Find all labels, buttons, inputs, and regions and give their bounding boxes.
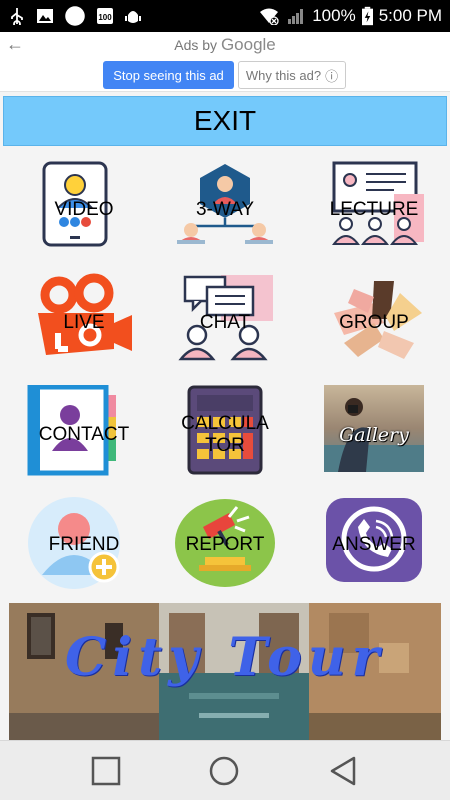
tile-live[interactable]: LIVE [24, 273, 144, 373]
usb-icon [11, 8, 23, 25]
tile-calculator[interactable]: CALCULA TOR [165, 385, 285, 485]
tile-label: CHAT [199, 312, 251, 333]
tile-chat[interactable]: CHAT [165, 273, 285, 373]
ads-by-text: Ads by [174, 37, 218, 53]
tile-label: Gallery [339, 424, 409, 446]
tile-label: GROUP [339, 312, 409, 333]
back-icon[interactable] [328, 755, 360, 787]
tile-report[interactable]: REPORT [165, 495, 285, 595]
tile-group[interactable]: GROUP [314, 273, 434, 373]
google-brand: Google [220, 35, 276, 54]
status-bar: 100 100% 5:00 PM [0, 0, 450, 32]
tile-answer[interactable]: ANSWER [314, 495, 434, 595]
city-tour-banner[interactable]: City Tour [9, 603, 441, 740]
tile-label: CALCULA TOR [181, 413, 269, 456]
tile-label: CONTACT [38, 424, 130, 445]
tile-video[interactable]: VIDEO [24, 160, 144, 260]
why-this-ad-label: Why this ad? [245, 67, 322, 83]
stop-seeing-ad-button[interactable]: Stop seeing this ad [103, 61, 234, 89]
home-icon[interactable] [208, 755, 240, 787]
tile-label: REPORT [185, 534, 265, 555]
hundred-app-icon: 100 [97, 8, 113, 24]
tile-label: FRIEND [48, 534, 120, 555]
ad-banner: ← Ads by Google Stop seeing this ad Why … [0, 32, 450, 92]
navigation-bar [0, 740, 450, 800]
svg-text:100: 100 [98, 13, 112, 22]
tile-label: LIVE [63, 312, 105, 333]
why-this-ad-button[interactable]: Why this ad? ⓘ [238, 61, 346, 89]
tile-three-way[interactable]: 3-WAY [165, 160, 285, 260]
tile-friend[interactable]: FRIEND [24, 495, 144, 595]
image-icon [37, 9, 53, 23]
tile-contact[interactable]: CONTACT [24, 385, 144, 485]
tile-label: 3-WAY [195, 199, 255, 220]
tile-gallery[interactable]: Gallery [314, 385, 434, 485]
android-bug-icon [125, 11, 141, 23]
signal-icon [288, 9, 304, 24]
exit-button[interactable]: EXIT [3, 96, 447, 146]
ads-by-google-label: Ads by Google [0, 35, 450, 55]
app-screen: 100 100% 5:00 PM ← Ads by Google Stop se… [0, 0, 450, 800]
tile-lecture[interactable]: LECTURE [314, 160, 434, 260]
battery-charging-icon [361, 6, 373, 26]
recent-apps-icon[interactable] [90, 755, 122, 787]
wifi-icon [260, 8, 279, 25]
battery-percent: 100% [312, 6, 356, 25]
info-icon: ⓘ [325, 68, 339, 84]
circle-icon [65, 6, 85, 26]
tile-label: ANSWER [332, 534, 416, 555]
tile-label: LECTURE [329, 199, 419, 220]
tile-label: VIDEO [54, 199, 114, 220]
clock: 5:00 PM [378, 6, 442, 25]
city-tour-title: City Tour [64, 627, 386, 688]
